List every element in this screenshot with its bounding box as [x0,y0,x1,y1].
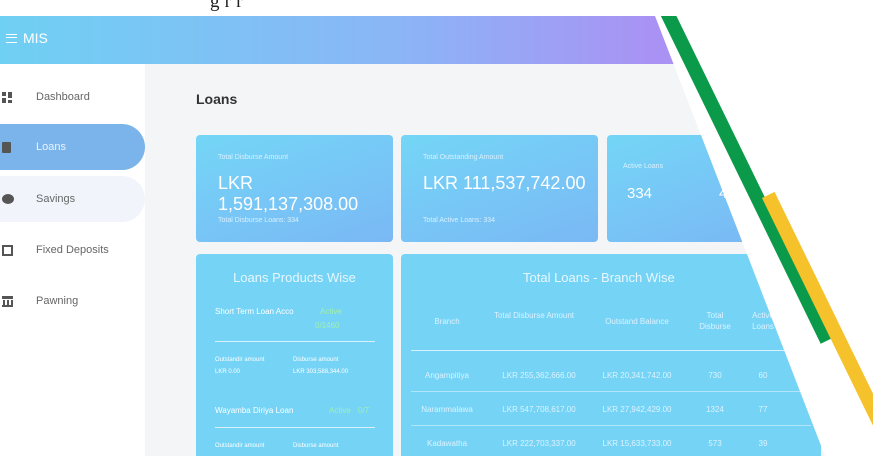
top-text-fragment: g r r [210,0,243,12]
torn-corner [655,16,873,456]
top-torn-strip: g r r [0,0,873,16]
screen-photo: MIS Dashboard Loans Savings Fixed Deposi… [0,16,873,456]
